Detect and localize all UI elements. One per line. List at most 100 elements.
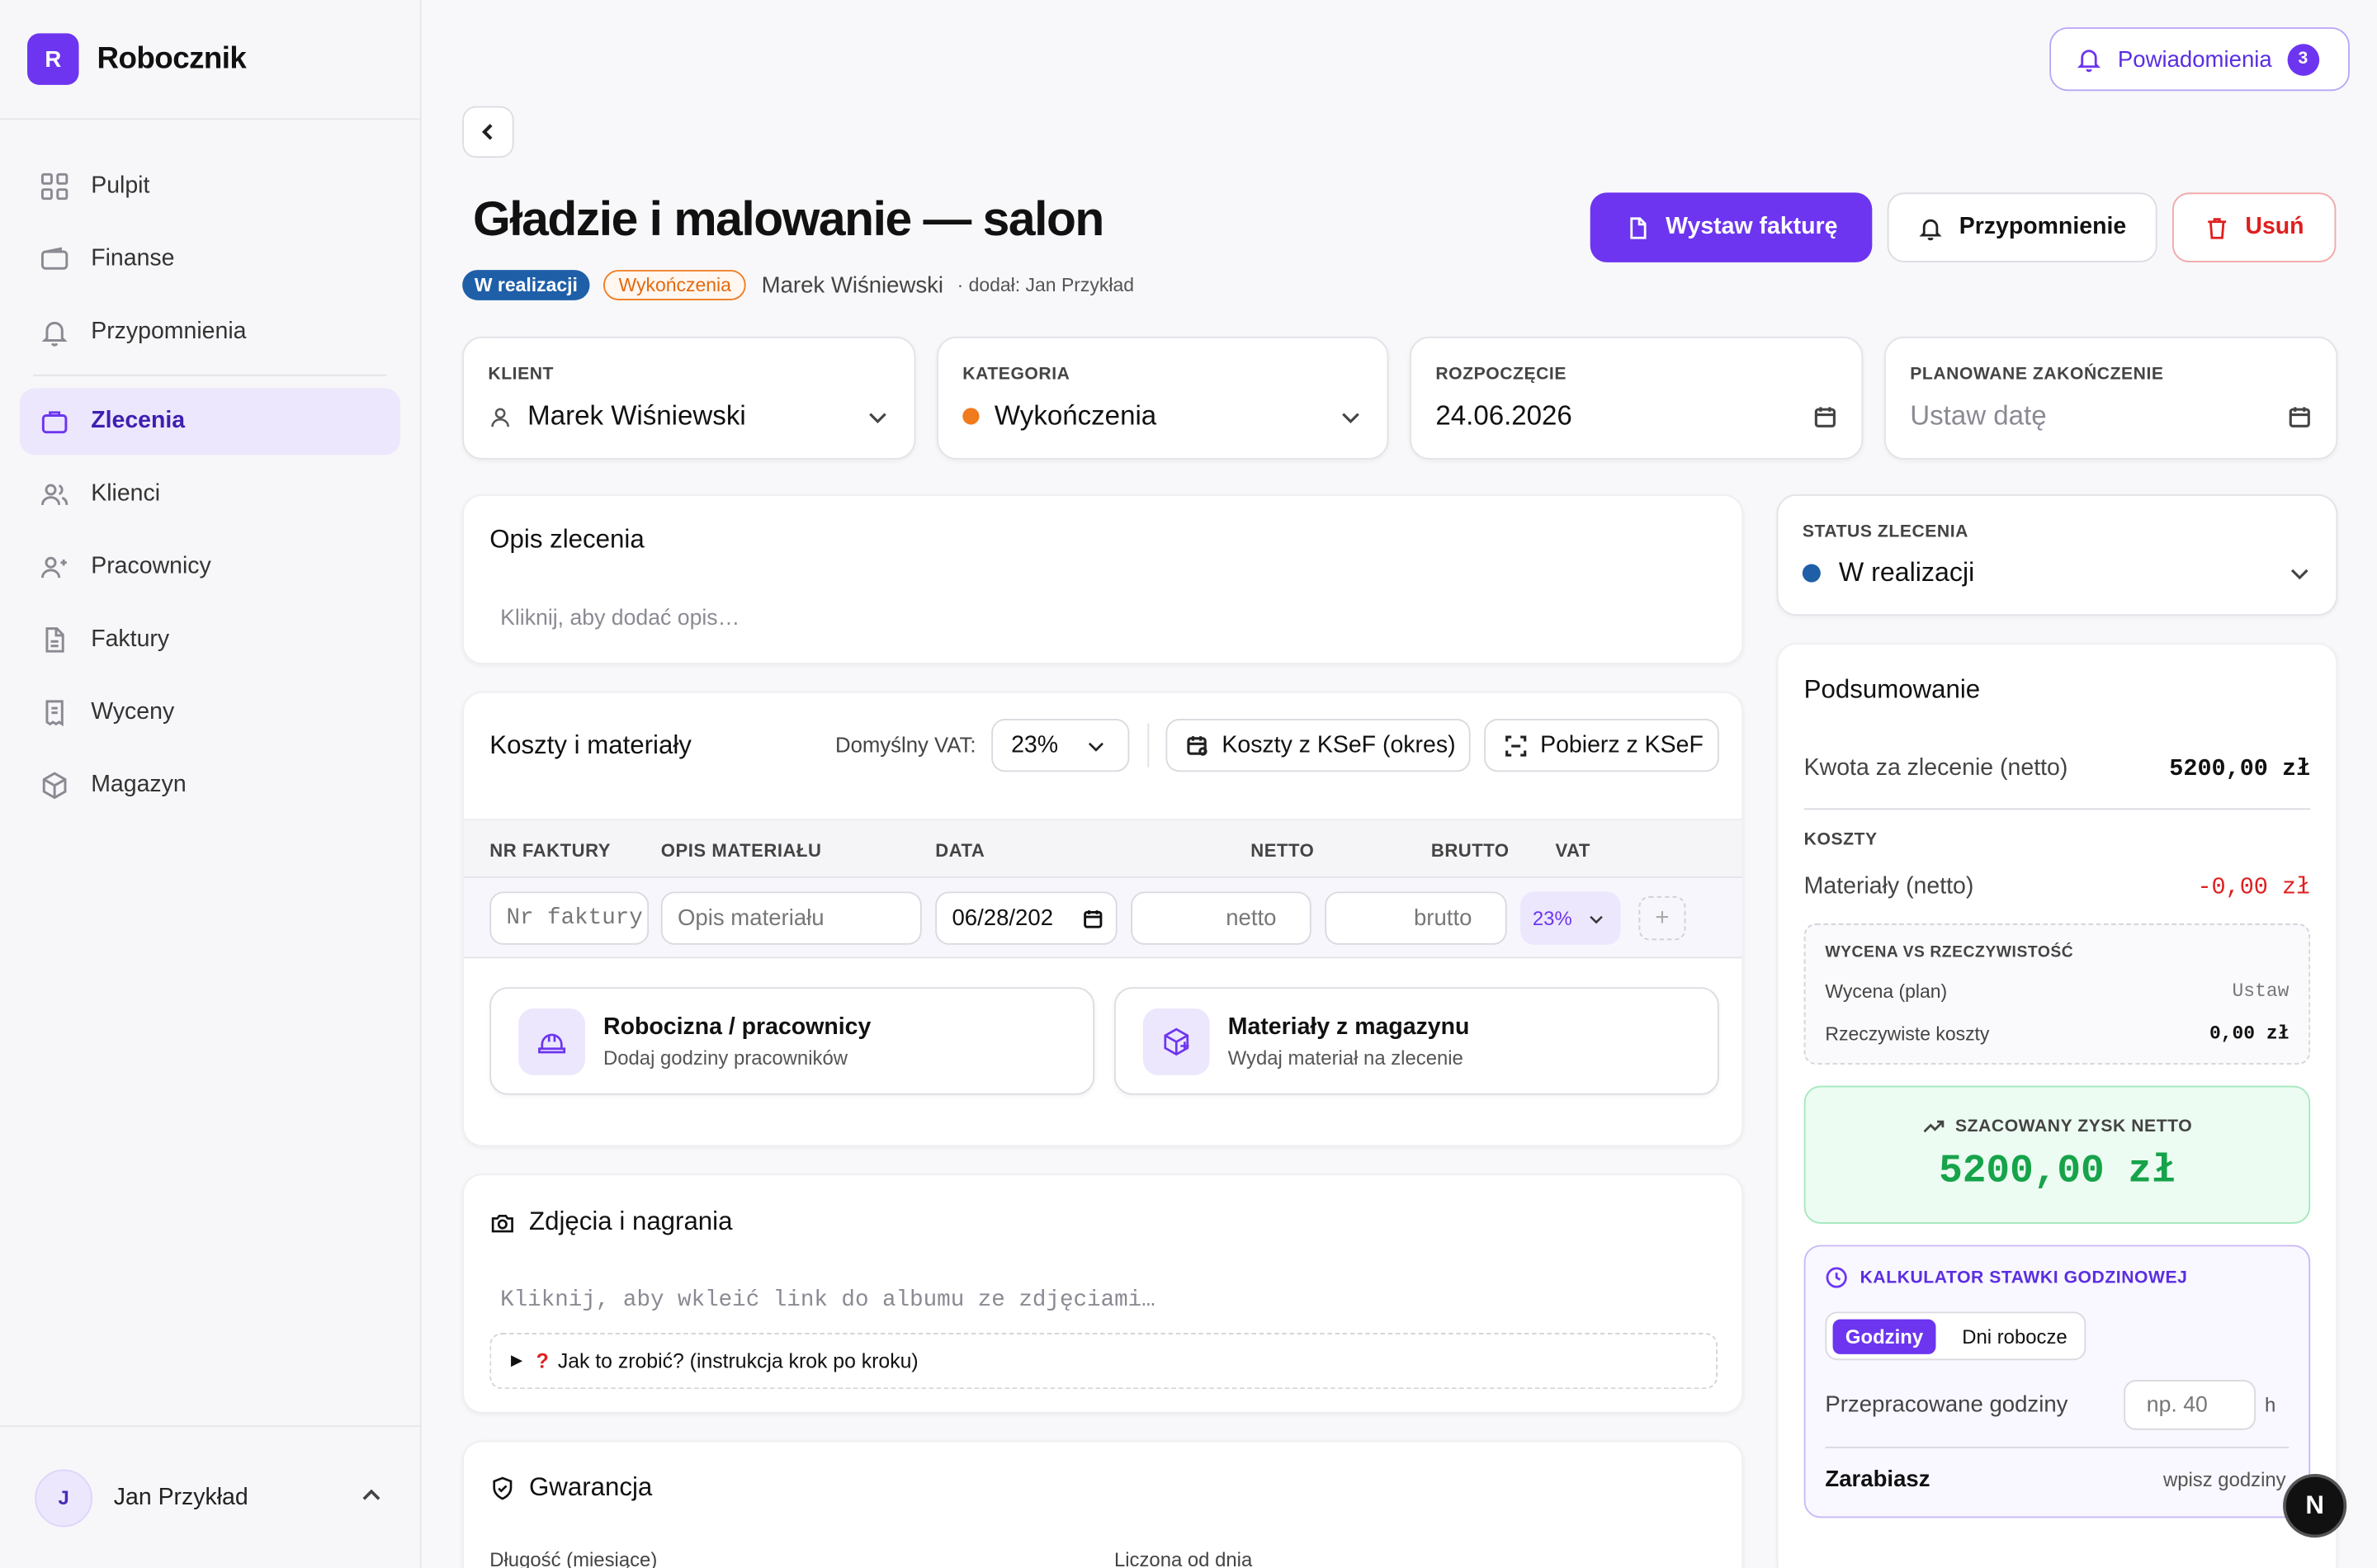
labor-subtitle: Dodaj godziny pracowników — [603, 1046, 848, 1070]
status-select[interactable]: STATUS ZLECENIA W realizacji — [1776, 494, 2338, 616]
chevron-down-icon — [1590, 914, 1603, 923]
material-description-input[interactable]: Opis materiału — [660, 891, 922, 945]
gross-input[interactable]: brutto — [1325, 891, 1507, 945]
calendar-icon — [1814, 407, 1836, 427]
box-icon — [42, 772, 67, 800]
chevron-down-icon — [869, 413, 886, 424]
clock-icon — [1826, 1267, 1847, 1288]
status-value-text: W realizacji — [1838, 556, 1975, 588]
tab-hours[interactable]: Godziny — [1832, 1319, 1936, 1354]
description-card: Opis zlecenia Kliknij, aby dodać opis… — [462, 494, 1744, 664]
users-icon — [40, 484, 69, 506]
summary-divider — [1803, 808, 2311, 810]
nav-divider — [33, 374, 387, 376]
floating-n-badge[interactable]: N — [2283, 1474, 2347, 1538]
column-header: DATA — [935, 839, 985, 862]
column-header: NR FAKTURY — [489, 839, 611, 862]
end-label: PLANOWANE ZAKOŃCZENIE — [1910, 365, 2164, 384]
sidebar-item-finanse[interactable]: Finanse — [20, 226, 400, 293]
sidebar-item-pulpit[interactable]: Pulpit — [20, 153, 400, 220]
sidebar-item-label: Faktury — [91, 626, 170, 653]
date-input[interactable]: 06/28/202 — [935, 891, 1118, 945]
sidebar-item-magazyn[interactable]: Magazyn — [20, 752, 400, 819]
sidebar-item-klienci[interactable]: Klienci — [20, 461, 400, 528]
client-name: Marek Wiśniewski — [761, 272, 944, 299]
row-vat-select[interactable]: 23% — [1520, 891, 1621, 945]
toolbar-divider — [1147, 723, 1150, 767]
chevron-down-icon — [1342, 413, 1359, 424]
avatar: J — [35, 1468, 93, 1527]
estimate-vs-actual: WYCENA VS RZECZYWISTOŚĆ Wycena (plan) Us… — [1803, 923, 2311, 1065]
calendar-search-icon — [1187, 735, 1207, 755]
materials-label: Materiały (netto) — [1803, 873, 1974, 900]
vat-label: Domyślny VAT: — [835, 732, 976, 757]
sidebar-item-zlecenia[interactable]: Zlecenia — [19, 388, 400, 456]
description-input[interactable]: Kliknij, aby dodać opis… — [500, 607, 740, 631]
help-label: Jak to zrobić? (instrukcja krok po kroku… — [557, 1349, 919, 1372]
estimate-plan-label: Wycena (plan) — [1825, 980, 1948, 1003]
sidebar-item-pracownicy[interactable]: Pracownicy — [20, 534, 400, 601]
net-input[interactable]: netto — [1131, 891, 1311, 945]
trending-up-icon — [1923, 1120, 1944, 1133]
chevron-down-icon — [1088, 741, 1103, 751]
estimate-title: WYCENA VS RZECZYWISTOŚĆ — [1825, 942, 2074, 961]
estimate-plan-set-link[interactable]: Ustaw — [2233, 981, 2290, 1003]
ksef-fetch-button[interactable]: Pobierz z KSeF — [1484, 718, 1719, 772]
user-icon — [491, 407, 509, 427]
sidebar-item-wyceny[interactable]: Wyceny — [20, 679, 400, 746]
costs-title: Koszty i materiały — [489, 730, 692, 760]
sidebar-item-faktury[interactable]: Faktury — [20, 607, 400, 673]
client-value: Marek Wiśniewski — [488, 400, 746, 432]
calendar-icon — [2289, 407, 2310, 427]
user-menu[interactable]: J Jan Przykład — [0, 1425, 422, 1568]
warehouse-card[interactable]: Materiały z magazynu Wydaj materiał na z… — [1113, 987, 1719, 1095]
earn-value: wpisz godziny — [2162, 1467, 2286, 1491]
status-badge: W realizacji — [462, 270, 590, 300]
client-value-text: Marek Wiśniewski — [527, 400, 746, 431]
shield-icon — [493, 1476, 513, 1500]
default-vat-select[interactable]: 23% — [991, 718, 1130, 772]
wallet-icon — [40, 247, 69, 270]
back-button[interactable] — [462, 106, 514, 158]
notifications-button[interactable]: Powiadomienia 3 — [2049, 27, 2350, 92]
client-select[interactable]: KLIENT Marek Wiśniewski — [462, 336, 916, 460]
warranty-title: Gwarancja — [529, 1472, 653, 1502]
summary-card: Podsumowanie Kwota za zlecenie (netto) 5… — [1776, 643, 2338, 1568]
brand[interactable]: R Robocznik — [0, 0, 420, 120]
reminder-button[interactable]: Przypomnienie — [1887, 192, 2157, 262]
receipt-icon — [45, 700, 64, 727]
category-value-text: Wykończenia — [994, 400, 1157, 431]
column-header: OPIS MATERIAŁU — [660, 839, 822, 862]
ksef-period-button[interactable]: Koszty z KSeF (okres) — [1165, 718, 1471, 772]
start-value: 24.06.2026 — [1435, 400, 1572, 431]
issue-invoice-button[interactable]: Wystaw fakturę — [1590, 192, 1873, 262]
bell-icon — [1920, 218, 1943, 240]
sidebar-item-label: Magazyn — [91, 772, 187, 798]
album-link-input[interactable]: Kliknij, aby wkleić link do albumu ze zd… — [500, 1287, 1155, 1313]
bell-icon — [2077, 50, 2101, 73]
labor-card[interactable]: Robocizna / pracownicy Dodaj godziny pra… — [489, 987, 1095, 1095]
help-disclosure[interactable]: ▶ ? Jak to zrobić? (instrukcja krok po k… — [489, 1333, 1718, 1390]
category-select[interactable]: KATEGORIA Wykończenia — [937, 336, 1389, 460]
end-date-field[interactable]: PLANOWANE ZAKOŃCZENIE Ustaw datę — [1884, 336, 2338, 460]
add-row-button[interactable]: + — [1638, 895, 1686, 941]
actual-costs-value: 0,00 zł — [2209, 1023, 2290, 1046]
calculator-header: KALKULATOR STAWKI GODZINOWEJ — [1825, 1266, 2187, 1289]
delete-button[interactable]: Usuń — [2171, 192, 2337, 262]
warranty-card: Gwarancja Długość (miesiące) Liczona od … — [462, 1440, 1744, 1568]
start-date-field[interactable]: ROZPOCZĘCIE 24.06.2026 — [1410, 336, 1864, 460]
reminder-label: Przypomnienie — [1959, 214, 2127, 240]
hours-input[interactable]: np. 40 — [2124, 1380, 2256, 1430]
tab-workdays[interactable]: Dni robocze — [1948, 1320, 2082, 1354]
delete-label: Usuń — [2245, 214, 2304, 240]
user-plus-icon — [40, 556, 67, 579]
chevron-down-icon — [2290, 569, 2308, 580]
chevron-up-icon — [362, 1489, 380, 1500]
camera-icon — [491, 1214, 513, 1232]
invoice-number-input[interactable]: Nr faktury — [489, 891, 650, 945]
sidebar-item-przypomnienia[interactable]: Przypomnienia — [20, 299, 400, 366]
status-value: W realizacji — [1802, 556, 1975, 588]
sidebar-item-label: Finanse — [91, 245, 175, 272]
costs-card: Koszty i materiały Domyślny VAT: 23% Kos… — [462, 691, 1744, 1147]
amount-value: 5200,00 zł — [2169, 755, 2311, 783]
